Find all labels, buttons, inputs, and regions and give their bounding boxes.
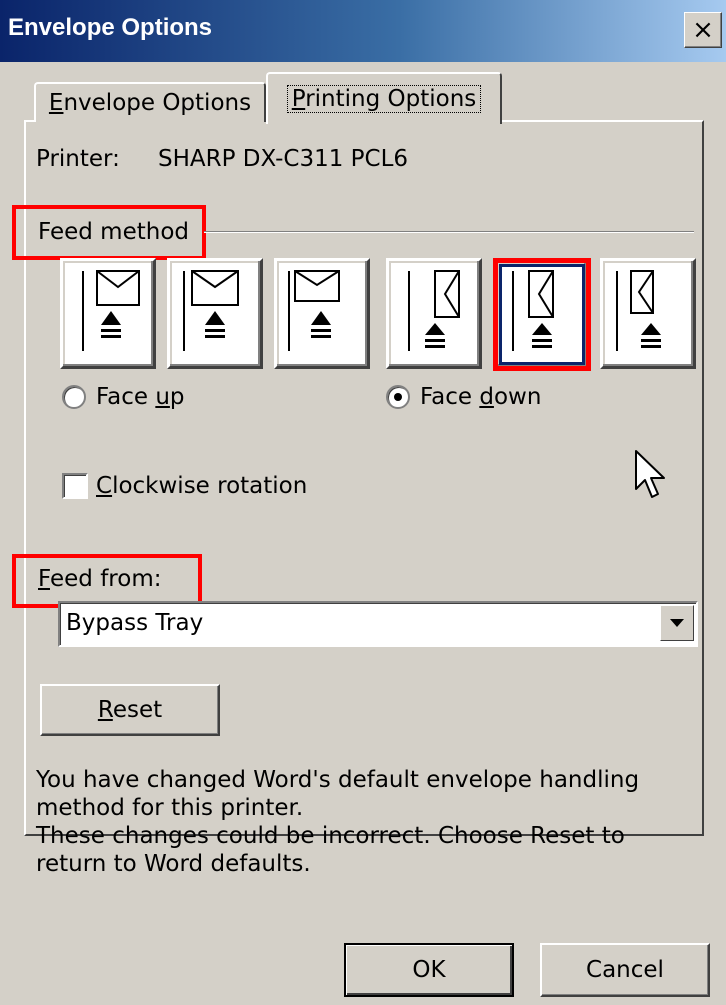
envelope-horizontal-icon — [82, 270, 140, 351]
ok-label: OK — [412, 957, 446, 983]
envelope-vertical-icon — [512, 270, 554, 351]
chevron-down-icon — [670, 619, 684, 627]
envelope-horizontal-icon — [183, 270, 239, 351]
feed-option-horizontal-left[interactable] — [60, 258, 156, 369]
cancel-button[interactable]: Cancel — [540, 943, 710, 997]
info-message: You have changed Word's default envelope… — [36, 766, 676, 878]
feed-option-horizontal-center[interactable] — [167, 258, 263, 369]
tab-label: Printing Options — [286, 85, 482, 113]
face-down-radio[interactable] — [386, 385, 410, 409]
clockwise-rotation-label[interactable]: Clockwise rotation — [96, 473, 307, 499]
envelope-horizontal-icon — [288, 270, 340, 351]
group-divider — [204, 231, 694, 233]
printer-name: SHARP DX-C311 PCL6 — [158, 146, 409, 172]
printer-label: Printer: — [36, 146, 120, 172]
feed-option-horizontal-right[interactable] — [274, 258, 370, 369]
face-up-label[interactable]: Face up — [96, 384, 185, 410]
message-line-2: These changes could be incorrect. Choose… — [36, 823, 625, 877]
window-title: Envelope Options — [8, 14, 213, 41]
clockwise-rotation-checkbox[interactable] — [62, 473, 88, 499]
tab-envelope-options[interactable]: Envelope Options — [34, 82, 266, 122]
ok-button[interactable]: OK — [344, 943, 514, 997]
feed-method-label: Feed method — [38, 219, 190, 245]
feed-from-label: Feed from: — [38, 566, 162, 592]
reset-button[interactable]: Reset — [40, 684, 220, 736]
tab-printing-options[interactable]: Printing Options — [266, 72, 502, 124]
face-down-label[interactable]: Face down — [420, 384, 541, 410]
feed-option-vertical-center[interactable] — [493, 258, 591, 371]
mouse-cursor-icon — [635, 450, 665, 498]
feed-from-select[interactable]: Bypass Tray — [58, 601, 698, 647]
cancel-label: Cancel — [586, 957, 664, 983]
reset-label: Reset — [97, 697, 163, 723]
face-up-radio[interactable] — [62, 385, 86, 409]
envelope-vertical-icon — [616, 270, 661, 351]
close-icon: × — [692, 15, 714, 45]
feed-from-value: Bypass Tray — [66, 610, 204, 636]
tab-label: Envelope Options — [48, 90, 252, 116]
envelope-vertical-icon — [408, 270, 460, 351]
close-button[interactable]: × — [684, 12, 722, 48]
feed-option-vertical-right[interactable] — [600, 258, 696, 369]
feed-option-vertical-left[interactable] — [386, 258, 482, 369]
radio-dot — [394, 393, 402, 401]
message-line-1: You have changed Word's default envelope… — [36, 767, 640, 821]
dropdown-arrow-button[interactable] — [660, 605, 694, 641]
